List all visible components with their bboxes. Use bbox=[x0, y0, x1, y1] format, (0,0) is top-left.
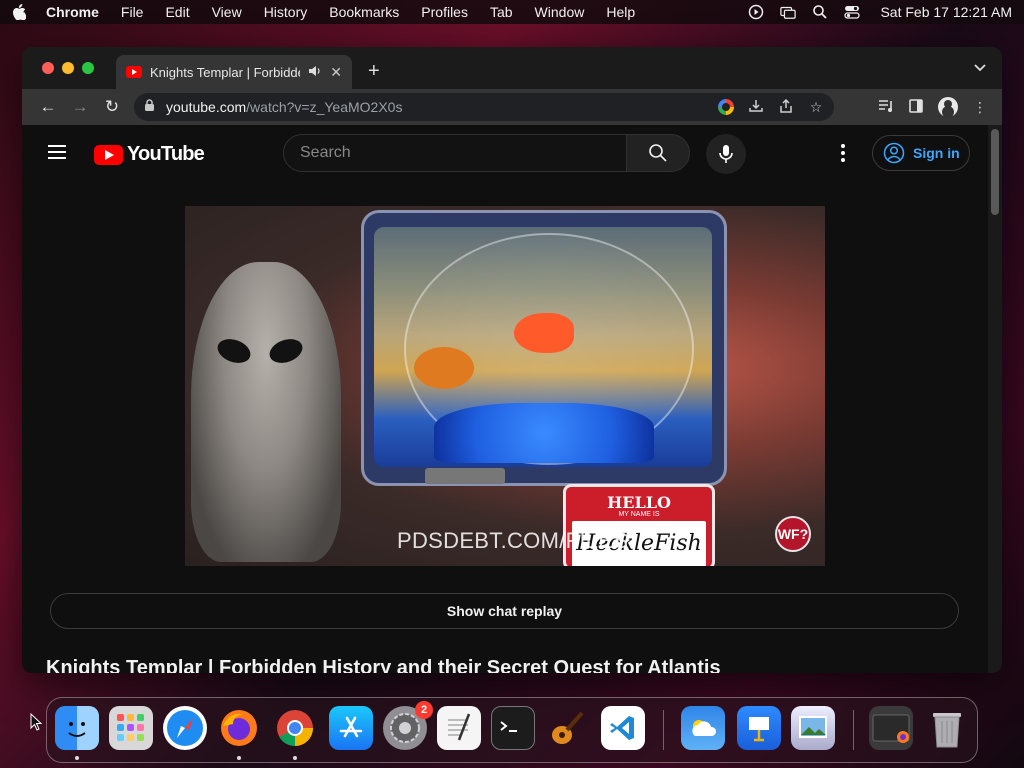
chrome-menu-kebab-icon[interactable]: ⋮ bbox=[972, 99, 988, 116]
search-placeholder: Search bbox=[300, 144, 351, 161]
app-store-icon[interactable] bbox=[329, 706, 373, 750]
new-tab-button[interactable]: + bbox=[368, 60, 380, 83]
tablet-image bbox=[361, 210, 727, 486]
menu-bar: Chrome File Edit View History Bookmarks … bbox=[0, 0, 1024, 24]
firefox-icon[interactable] bbox=[217, 706, 261, 750]
dock-separator-2 bbox=[853, 710, 854, 750]
browser-toolbar: ← → ↻ youtube.com/watch?v=z_YeaMO2X0s ☆ bbox=[22, 89, 1002, 125]
forward-arrow-icon[interactable]: → bbox=[64, 97, 96, 117]
search-icon bbox=[649, 144, 667, 162]
menu-tab[interactable]: Tab bbox=[490, 4, 513, 20]
mouse-cursor-icon bbox=[30, 713, 42, 731]
firefox-running-dot bbox=[237, 756, 241, 760]
finder-running-dot bbox=[75, 756, 79, 760]
menu-clock[interactable]: Sat Feb 17 12:21 AM bbox=[880, 4, 1012, 20]
hamburger-menu-icon[interactable] bbox=[48, 145, 66, 159]
downloads-folder-icon[interactable] bbox=[869, 706, 913, 750]
zoom-window-button[interactable] bbox=[82, 62, 94, 74]
media-play-icon[interactable] bbox=[748, 4, 764, 20]
menu-help[interactable]: Help bbox=[606, 4, 635, 20]
tab-title: Knights Templar | Forbidde bbox=[150, 64, 301, 80]
youtube-play-logo-icon bbox=[94, 144, 123, 165]
menu-file[interactable]: File bbox=[121, 4, 144, 20]
menu-profiles[interactable]: Profiles bbox=[421, 4, 468, 20]
system-settings-badge: 2 bbox=[415, 701, 433, 719]
garageband-guitar-icon[interactable] bbox=[545, 706, 589, 750]
finder-icon[interactable] bbox=[55, 706, 99, 750]
address-bar[interactable]: youtube.com/watch?v=z_YeaMO2X0s ☆ bbox=[134, 93, 834, 121]
keynote-icon[interactable] bbox=[737, 706, 781, 750]
channel-watermark-badge[interactable]: WF? bbox=[775, 516, 811, 552]
nametag-hello: HELLO bbox=[607, 493, 671, 512]
tablet-stand bbox=[425, 468, 505, 484]
tab-youtube[interactable]: Knights Templar | Forbidde ✕ bbox=[116, 55, 352, 89]
vscode-icon[interactable] bbox=[601, 706, 645, 750]
chat-replay-label: Show chat replay bbox=[446, 603, 563, 619]
menu-window[interactable]: Window bbox=[535, 4, 585, 20]
profile-avatar-icon[interactable] bbox=[938, 97, 958, 117]
spotlight-search-icon[interactable] bbox=[812, 4, 828, 20]
bookmark-star-icon[interactable]: ☆ bbox=[808, 99, 824, 116]
menu-app-name[interactable]: Chrome bbox=[46, 4, 99, 20]
voice-search-button[interactable] bbox=[706, 134, 746, 174]
menu-bookmarks[interactable]: Bookmarks bbox=[329, 4, 399, 20]
reading-list-icon[interactable] bbox=[878, 99, 894, 116]
menu-history[interactable]: History bbox=[264, 4, 308, 20]
screen-mirroring-icon[interactable] bbox=[780, 4, 797, 20]
menu-edit[interactable]: Edit bbox=[165, 4, 189, 20]
user-circle-icon bbox=[883, 142, 905, 164]
sign-in-button[interactable]: Sign in bbox=[872, 135, 970, 171]
weather-icon[interactable] bbox=[681, 706, 725, 750]
youtube-header: YouTube Search Sign in bbox=[22, 125, 988, 181]
google-lens-icon[interactable] bbox=[718, 99, 734, 115]
youtube-favicon-icon bbox=[126, 66, 142, 78]
page-scrollbar[interactable] bbox=[988, 125, 1002, 673]
launchpad-icon[interactable] bbox=[109, 706, 153, 750]
microphone-icon bbox=[719, 145, 733, 163]
textedit-icon[interactable] bbox=[437, 706, 481, 750]
preview-icon[interactable] bbox=[791, 706, 835, 750]
video-title: Knights Templar | Forbidden History and … bbox=[46, 657, 721, 673]
close-window-button[interactable] bbox=[42, 62, 54, 74]
youtube-page: YouTube Search Sign in HELLO MY NAME IS … bbox=[22, 125, 988, 673]
safari-icon[interactable] bbox=[163, 706, 207, 750]
video-player[interactable]: HELLO MY NAME IS HeckleFish PDSDEBT.COM/… bbox=[185, 206, 825, 566]
video-overlay-url: PDSDEBT.COM/FILES bbox=[397, 528, 629, 553]
tab-search-chevron-down-icon[interactable] bbox=[974, 61, 986, 75]
dock: 2 bbox=[46, 697, 978, 763]
back-arrow-icon[interactable]: ← bbox=[32, 97, 64, 117]
url-path: /watch?v=z_YeaMO2X0s bbox=[246, 99, 403, 115]
show-chat-replay-button[interactable]: Show chat replay bbox=[50, 593, 959, 629]
share-icon[interactable] bbox=[778, 98, 794, 116]
control-center-icon[interactable] bbox=[844, 4, 861, 20]
scrollbar-thumb[interactable] bbox=[991, 129, 999, 215]
status-area: Sat Feb 17 12:21 AM bbox=[748, 4, 1012, 20]
youtube-wordmark: YouTube bbox=[127, 143, 205, 165]
search-button[interactable] bbox=[626, 134, 690, 172]
youtube-logo[interactable]: YouTube bbox=[94, 143, 205, 166]
url-host: youtube.com bbox=[166, 99, 247, 115]
nametag-my-name-is: MY NAME IS bbox=[618, 511, 660, 518]
terminal-icon[interactable] bbox=[491, 706, 535, 750]
minimize-window-button[interactable] bbox=[62, 62, 74, 74]
side-panel-icon[interactable] bbox=[908, 98, 924, 116]
sign-in-label: Sign in bbox=[913, 145, 960, 161]
window-controls bbox=[42, 62, 94, 74]
settings-kebab-icon[interactable] bbox=[840, 144, 846, 162]
site-info-lock-icon[interactable] bbox=[144, 99, 156, 115]
install-app-icon[interactable] bbox=[748, 99, 764, 116]
dock-separator bbox=[663, 710, 664, 750]
alien-figure-image bbox=[191, 262, 341, 562]
chrome-icon[interactable] bbox=[273, 706, 317, 750]
apple-menu-icon[interactable] bbox=[12, 4, 28, 20]
search-input[interactable]: Search bbox=[283, 134, 627, 172]
trash-icon[interactable] bbox=[925, 706, 969, 750]
reload-icon[interactable]: ↻ bbox=[96, 97, 128, 117]
chrome-window: Knights Templar | Forbidde ✕ + ← → ↻ you… bbox=[22, 47, 1002, 673]
tab-strip: Knights Templar | Forbidde ✕ + bbox=[22, 47, 1002, 89]
menu-view[interactable]: View bbox=[212, 4, 242, 20]
chrome-running-dot bbox=[293, 756, 297, 760]
tab-close-icon[interactable]: ✕ bbox=[330, 64, 342, 81]
tab-audio-speaker-icon[interactable] bbox=[308, 65, 322, 80]
